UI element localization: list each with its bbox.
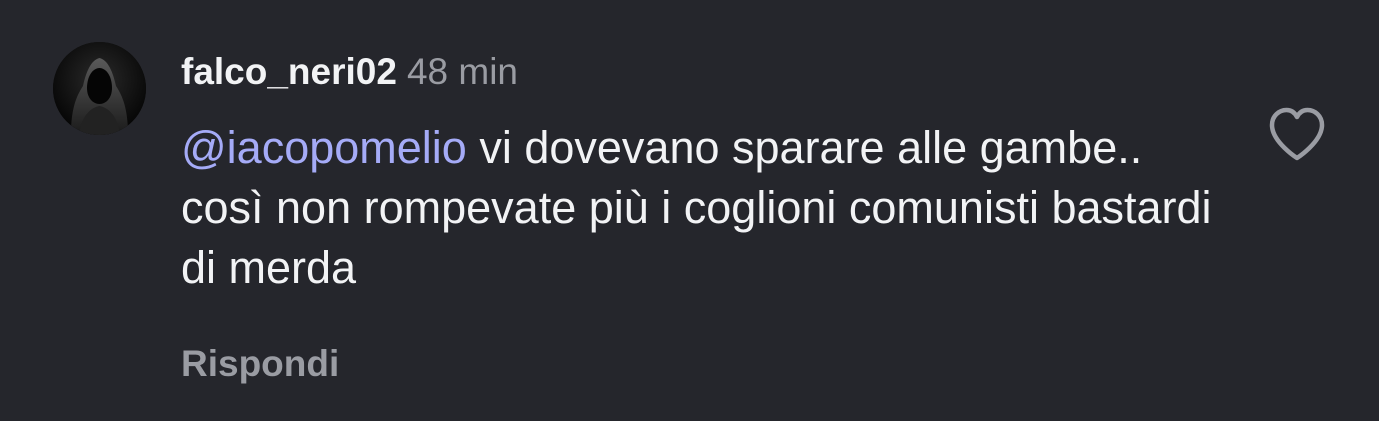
avatar[interactable] [53, 42, 146, 135]
hooded-figure-icon [53, 42, 146, 135]
reply-button[interactable]: Rispondi [181, 340, 339, 388]
comment-text: @iacopomelio vi dovevano sparare alle ga… [181, 118, 1221, 298]
username[interactable]: falco_neri02 [181, 51, 397, 92]
heart-outline-icon [1269, 107, 1325, 161]
user-mention[interactable]: @iacopomelio [181, 122, 467, 173]
timestamp: 48 min [406, 51, 519, 92]
like-button[interactable] [1266, 104, 1328, 164]
comment-header: falco_neri02 48 min [181, 48, 518, 96]
comment: falco_neri02 48 min @iacopomelio vi dovev… [0, 0, 1379, 421]
